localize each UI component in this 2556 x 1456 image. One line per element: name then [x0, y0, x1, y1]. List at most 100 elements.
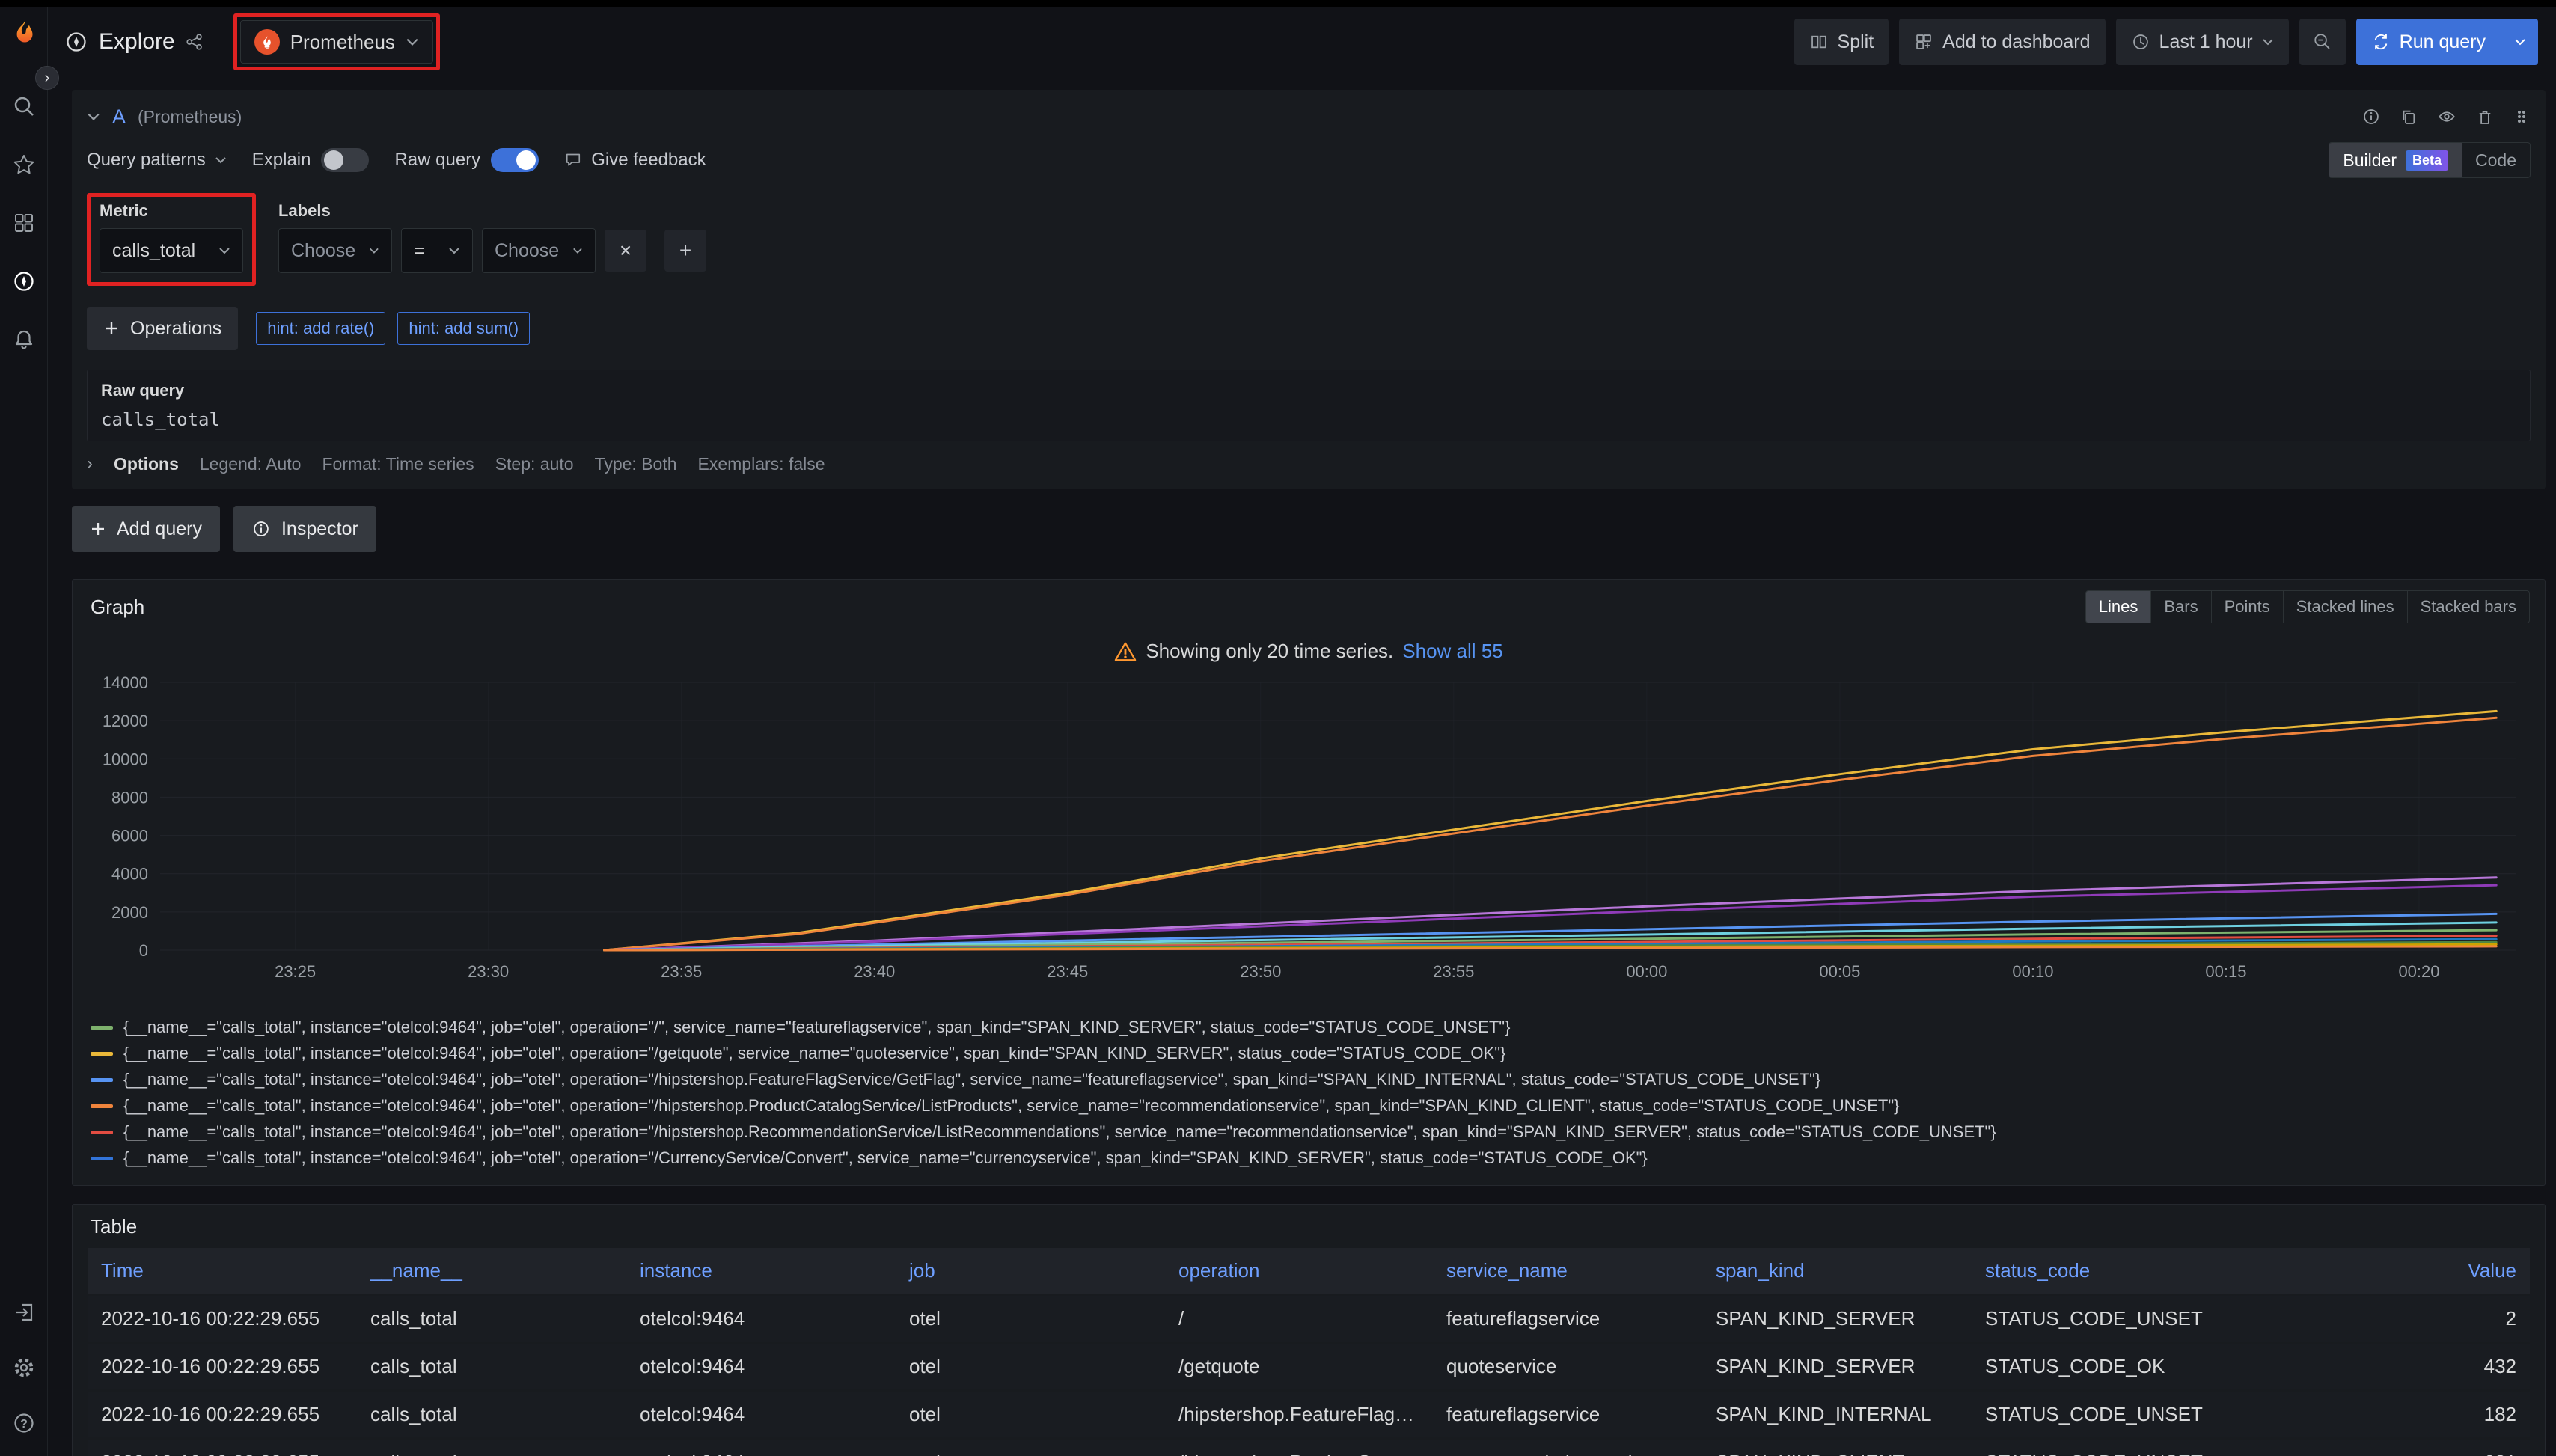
table-cell: 182	[2241, 1392, 2530, 1437]
column-header-job[interactable]: job	[896, 1248, 1165, 1294]
inspector-button[interactable]: Inspector	[233, 506, 376, 552]
graph-mode-stacked-lines[interactable]: Stacked lines	[2283, 590, 2408, 623]
give-feedback-label: Give feedback	[591, 150, 706, 171]
datasource-picker[interactable]: Prometheus	[240, 20, 433, 64]
table-cell: 2022-10-16 00:22:29.655	[88, 1440, 357, 1456]
metric-select[interactable]: calls_total	[100, 228, 243, 273]
label-operator-select[interactable]: =	[401, 228, 473, 273]
remove-label-button[interactable]: ×	[605, 230, 646, 272]
editor-mode-code[interactable]: Code	[2462, 143, 2530, 177]
grafana-logo-icon[interactable]	[7, 16, 41, 51]
chevron-down-icon	[215, 156, 227, 164]
table-panel: Table Time__name__instancejoboperationse…	[72, 1204, 2546, 1456]
table-body: 2022-10-16 00:22:29.655calls_totalotelco…	[88, 1296, 2530, 1456]
column-header-status-code[interactable]: status_code	[1972, 1248, 2241, 1294]
time-range-picker[interactable]: Last 1 hour	[2116, 19, 2289, 65]
raw-query-preview: Raw query calls_total	[87, 370, 2531, 441]
legend-item[interactable]: {__name__="calls_total", instance="otelc…	[91, 1018, 2527, 1037]
add-query-button[interactable]: Add query	[72, 506, 220, 552]
add-label-button[interactable]: +	[664, 230, 706, 272]
add-to-dashboard-label: Add to dashboard	[1942, 31, 2090, 53]
hint-button-2[interactable]: hint: add sum()	[397, 312, 530, 345]
table-cell: 621	[2241, 1440, 2530, 1456]
table-cell: /hipstershop.ProductCatalogS...	[1165, 1440, 1433, 1456]
svg-text:00:15: 00:15	[2205, 962, 2246, 981]
sidebar-item-alerting[interactable]	[10, 326, 37, 353]
sidebar-item-help[interactable]: ?	[10, 1410, 37, 1437]
drag-handle-icon[interactable]	[2513, 107, 2531, 126]
time-range-label: Last 1 hour	[2159, 31, 2253, 53]
legend-item[interactable]: {__name__="calls_total", instance="otelc…	[91, 1044, 2527, 1063]
query-patterns-dropdown[interactable]: Query patterns	[87, 150, 227, 171]
raw-query-toggle[interactable]	[491, 148, 539, 172]
give-feedback-button[interactable]: Give feedback	[564, 150, 706, 171]
legend-item[interactable]: {__name__="calls_total", instance="otelc…	[91, 1096, 2527, 1116]
options-chevron-icon[interactable]: ›	[87, 453, 93, 474]
table-head: Time__name__instancejoboperationservice_…	[88, 1248, 2530, 1294]
query-help-icon[interactable]	[2361, 107, 2381, 126]
table-row: 2022-10-16 00:22:29.655calls_totalotelco…	[88, 1344, 2530, 1389]
sidebar-expand-button[interactable]: ›	[35, 66, 59, 90]
graph-mode-points[interactable]: Points	[2211, 590, 2284, 623]
legend-item[interactable]: {__name__="calls_total", instance="otelc…	[91, 1070, 2527, 1089]
graph-mode-stacked-bars[interactable]: Stacked bars	[2407, 590, 2530, 623]
compass-icon	[12, 269, 36, 293]
hint-button-1[interactable]: hint: add rate()	[256, 312, 385, 345]
sidebar-item-favorites[interactable]	[10, 151, 37, 178]
timeseries-chart[interactable]: 23:2523:3023:3523:4023:4523:5023:5500:00…	[85, 673, 2532, 1010]
graph-mode-lines[interactable]: Lines	[2085, 590, 2152, 623]
svg-text:23:35: 23:35	[661, 962, 702, 981]
svg-text:00:20: 00:20	[2398, 962, 2439, 981]
gear-icon	[12, 1356, 36, 1380]
sidebar-item-search[interactable]	[10, 93, 37, 120]
column-header-service-name[interactable]: service_name	[1433, 1248, 1702, 1294]
collapse-query-icon[interactable]	[87, 112, 100, 121]
sidebar-item-sign-in[interactable]	[10, 1299, 37, 1326]
label-value-select[interactable]: Choose	[482, 228, 596, 273]
table-cell: calls_total	[357, 1344, 626, 1389]
hide-query-eye-icon[interactable]	[2436, 107, 2457, 126]
duplicate-query-icon[interactable]	[2399, 107, 2418, 126]
options-label[interactable]: Options	[114, 454, 179, 474]
column-header-instance[interactable]: instance	[626, 1248, 896, 1294]
graph-mode-bars[interactable]: Bars	[2150, 590, 2211, 623]
column-header--name-[interactable]: __name__	[357, 1248, 626, 1294]
add-to-dashboard-icon	[1914, 32, 1933, 52]
sidebar-item-explore[interactable]	[10, 268, 37, 295]
editor-mode-builder[interactable]: Builder Beta	[2329, 143, 2462, 177]
legend-item[interactable]: {__name__="calls_total", instance="otelc…	[91, 1148, 2527, 1168]
legend-item[interactable]: {__name__="calls_total", instance="otelc…	[91, 1122, 2527, 1142]
column-header-operation[interactable]: operation	[1165, 1248, 1433, 1294]
chevron-down-icon	[218, 247, 230, 254]
label-key-select[interactable]: Choose	[278, 228, 392, 273]
sidebar-item-configuration[interactable]	[10, 1354, 37, 1381]
label-value-placeholder: Choose	[495, 240, 559, 262]
svg-text:23:50: 23:50	[1240, 962, 1281, 981]
add-operation-button[interactable]: Operations	[87, 307, 238, 350]
zoom-out-time-button[interactable]	[2299, 19, 2346, 65]
legend-label: {__name__="calls_total", instance="otelc…	[123, 1096, 1900, 1116]
column-header-time[interactable]: Time	[88, 1248, 357, 1294]
table-cell: otel	[896, 1296, 1165, 1342]
column-header-value[interactable]: Value	[2241, 1248, 2530, 1294]
results-table: Time__name__instancejoboperationservice_…	[88, 1246, 2530, 1456]
table-cell: featureflagservice	[1433, 1392, 1702, 1437]
remove-query-trash-icon[interactable]	[2475, 107, 2495, 126]
split-button[interactable]: Split	[1794, 19, 1889, 65]
table-cell: calls_total	[357, 1392, 626, 1437]
explain-toggle[interactable]	[321, 148, 369, 172]
add-to-dashboard-button[interactable]: Add to dashboard	[1899, 19, 2105, 65]
run-query-dropdown[interactable]	[2501, 19, 2538, 65]
datasource-annotation-box: Prometheus	[233, 13, 440, 70]
prometheus-logo-icon	[254, 29, 280, 55]
table-cell: 2022-10-16 00:22:29.655	[88, 1344, 357, 1389]
column-header-span-kind[interactable]: span_kind	[1702, 1248, 1972, 1294]
share-icon[interactable]	[186, 33, 204, 51]
query-datasource-note: (Prometheus)	[138, 107, 242, 127]
table-header-row: Time__name__instancejoboperationservice_…	[88, 1248, 2530, 1294]
run-query-button[interactable]: Run query	[2356, 19, 2538, 65]
table-cell: calls_total	[357, 1296, 626, 1342]
legend-swatch	[91, 1157, 113, 1160]
sidebar-item-dashboards[interactable]	[10, 209, 37, 236]
show-all-series-link[interactable]: Show all 55	[1402, 640, 1502, 663]
